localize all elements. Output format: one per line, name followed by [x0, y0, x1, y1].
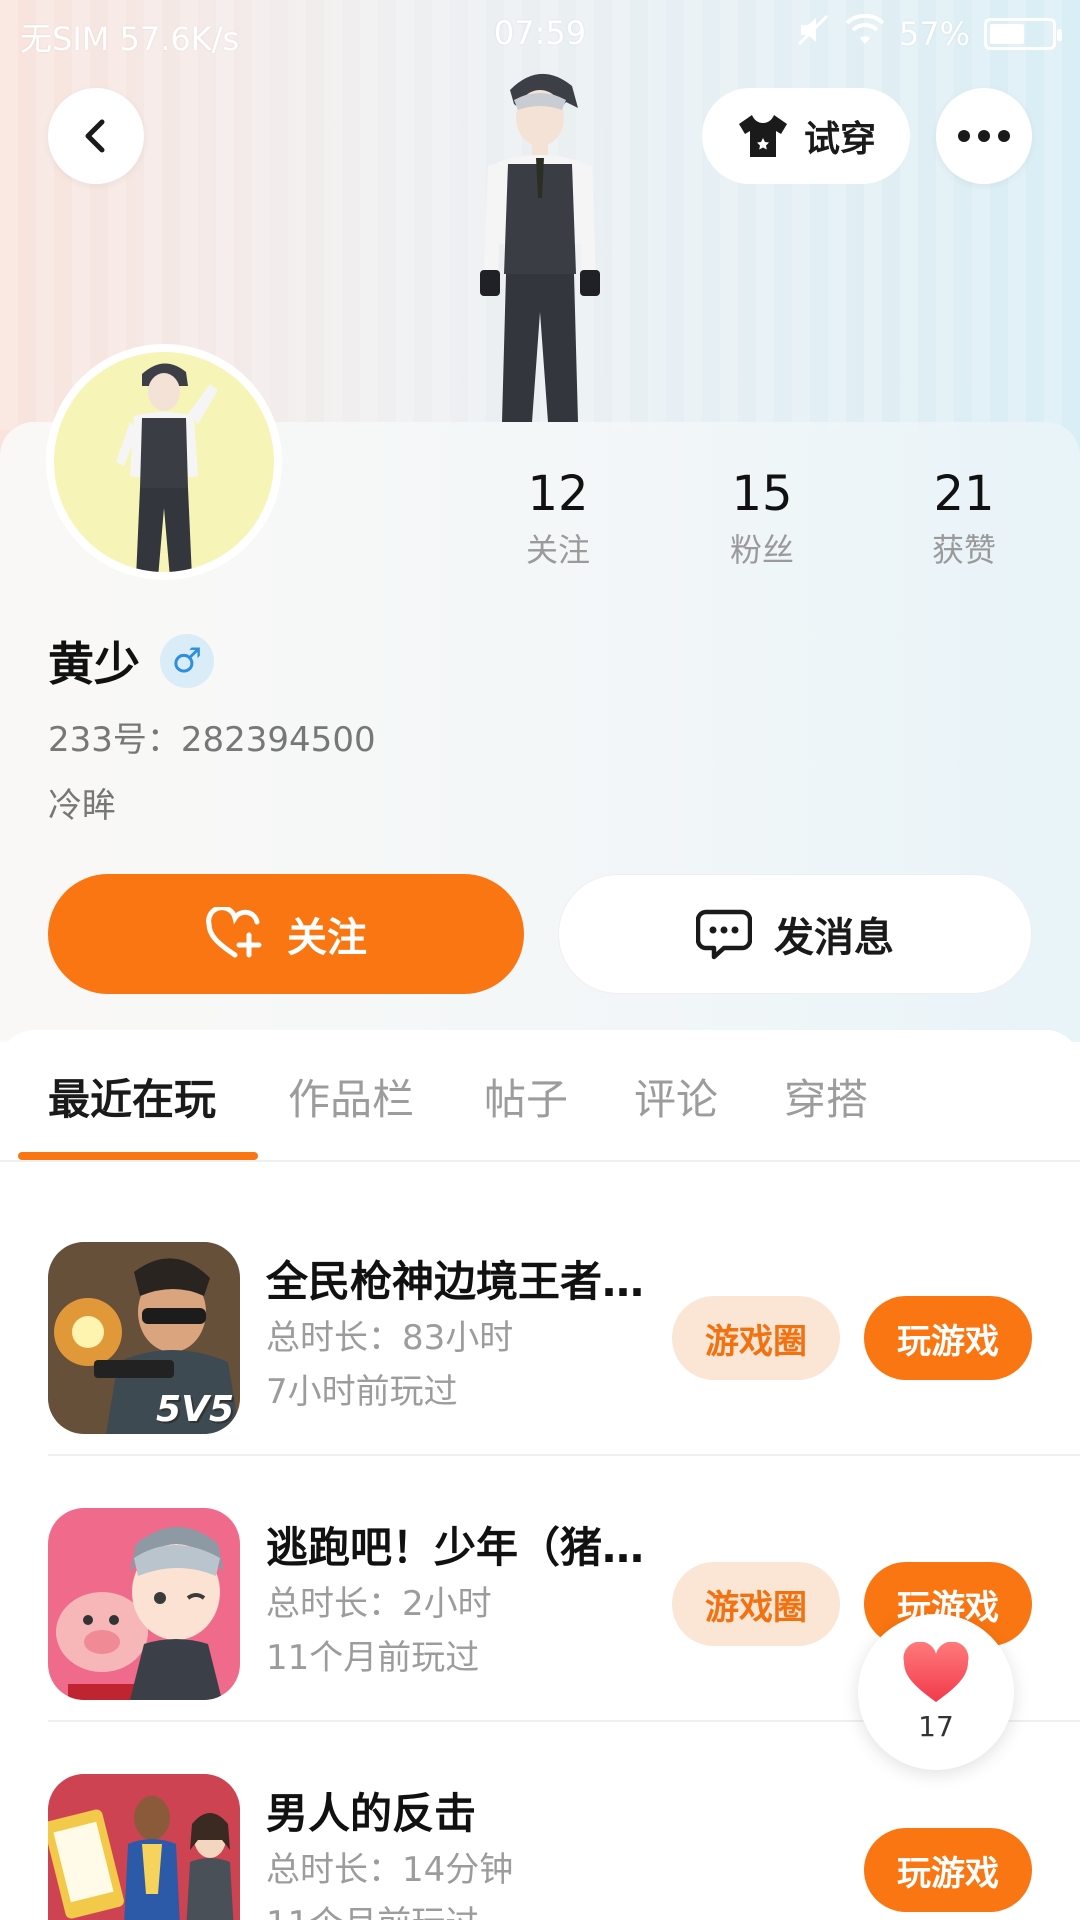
- tab-bar: 最近在玩 作品栏 帖子 评论 穿搭: [0, 1030, 1080, 1162]
- tab-outfits[interactable]: 穿搭: [784, 1066, 868, 1127]
- game-icon-qmqs[interactable]: 5V5: [48, 1242, 240, 1434]
- status-bar: 无SIM 57.6K/s 07:59 57%: [0, 0, 1080, 70]
- game-last-played: 11个月前玩过: [266, 1638, 480, 1678]
- tab-active-indicator: [18, 1152, 258, 1160]
- stat-likes-value: 21: [933, 466, 995, 522]
- game-list-item[interactable]: 5V5 全民枪神边境王者… 总时长：83小时 7小时前玩过 游戏圈 玩游戏: [0, 1190, 1080, 1456]
- game-title: 逃跑吧！少年（猪…: [266, 1523, 645, 1572]
- avatar[interactable]: [46, 344, 282, 580]
- username: 黄少: [48, 637, 140, 691]
- chat-bubble-icon: [696, 909, 752, 960]
- user-id: 233号：282394500: [48, 720, 376, 760]
- game-duration: 总时长：2小时: [266, 1584, 492, 1624]
- tryon-label: 试穿: [803, 119, 876, 160]
- like-floating-button[interactable]: 17: [858, 1614, 1014, 1770]
- play-game-button[interactable]: 玩游戏: [864, 1296, 1032, 1380]
- more-button[interactable]: [936, 88, 1032, 184]
- stat-following-label: 关注: [525, 531, 590, 569]
- heart-plus-icon: [206, 907, 262, 958]
- wifi-icon: [845, 13, 885, 54]
- play-game-button[interactable]: 玩游戏: [864, 1828, 1032, 1912]
- stat-likes-label: 获赞: [931, 531, 996, 569]
- tab-posts[interactable]: 帖子: [484, 1066, 568, 1127]
- battery-icon: [984, 18, 1062, 50]
- battery-percent: 57%: [898, 15, 970, 53]
- chevron-left-icon: [85, 119, 105, 153]
- game-last-played: 11个月前玩过: [266, 1896, 479, 1920]
- tryon-button[interactable]: 试穿: [702, 88, 910, 184]
- back-button[interactable]: [48, 88, 144, 184]
- game-last-played: 7小时前玩过: [266, 1372, 458, 1412]
- game-icon-nanren-fanji[interactable]: [48, 1774, 240, 1920]
- more-dot-icon: [958, 130, 970, 142]
- tab-comments[interactable]: 评论: [634, 1066, 718, 1127]
- stat-fans[interactable]: 15 粉丝: [682, 462, 842, 574]
- stat-following-value: 12: [527, 466, 589, 522]
- mute-icon: [795, 12, 831, 56]
- game-title: 男人的反击: [266, 1789, 477, 1838]
- game-duration: 总时长：83小时: [266, 1318, 514, 1358]
- status-right: 57%: [795, 12, 1062, 56]
- username-row: 黄少 ♂: [48, 628, 214, 694]
- content-panel: 最近在玩 作品栏 帖子 评论 穿搭 5V5 全民枪神边境王者… 总时长：83小时…: [0, 1030, 1080, 1920]
- game-icon-taopaoba[interactable]: [48, 1508, 240, 1700]
- heart-icon: [903, 1641, 969, 1702]
- avatar-figure: [116, 363, 218, 572]
- user-signature: 冷眸: [48, 786, 116, 826]
- game-duration: 总时长：14分钟: [266, 1850, 514, 1890]
- gender-male-icon: ♂: [160, 634, 214, 688]
- stat-fans-label: 粉丝: [729, 531, 794, 569]
- like-count: 17: [918, 1709, 954, 1743]
- stat-following[interactable]: 12 关注: [478, 462, 638, 574]
- game-circle-button[interactable]: 游戏圈: [672, 1296, 840, 1380]
- more-dot-icon: [978, 130, 990, 142]
- send-message-button[interactable]: 发消息: [558, 874, 1032, 994]
- game-circle-button[interactable]: 游戏圈: [672, 1562, 840, 1646]
- stat-likes[interactable]: 21 获赞: [884, 462, 1044, 574]
- tab-recent-playing[interactable]: 最近在玩: [48, 1066, 216, 1127]
- stat-fans-value: 15: [731, 466, 793, 522]
- game-title: 全民枪神边境王者…: [266, 1257, 645, 1306]
- follow-label: 关注: [287, 915, 367, 961]
- character-avatar-figure: [480, 73, 600, 422]
- game-icon-badge: 5V5: [156, 1389, 234, 1430]
- tab-works[interactable]: 作品栏: [288, 1066, 414, 1127]
- send-message-label: 发消息: [774, 915, 894, 961]
- follow-button[interactable]: 关注: [48, 874, 524, 994]
- tshirt-icon: [738, 115, 787, 157]
- battery-fill: [990, 24, 1025, 44]
- more-dot-icon: [998, 130, 1010, 142]
